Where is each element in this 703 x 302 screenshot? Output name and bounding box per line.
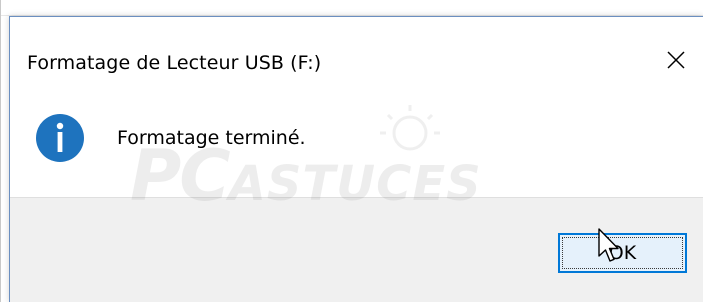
info-icon: [35, 113, 85, 163]
dialog-content: Formatage terminé.: [10, 97, 703, 197]
background-window-edge: [1, 0, 703, 16]
message-dialog: Formatage de Lecteur USB (F:) Formatage …: [9, 16, 703, 302]
dialog-footer: OK: [10, 197, 703, 302]
ok-button-label: OK: [608, 242, 637, 264]
dialog-message: Formatage terminé.: [117, 127, 306, 149]
close-button[interactable]: [656, 42, 696, 82]
ok-button[interactable]: OK: [558, 233, 687, 273]
screen: Formatage de Lecteur USB (F:) Formatage …: [0, 0, 703, 302]
dialog-titlebar: Formatage de Lecteur USB (F:): [10, 17, 703, 97]
close-icon: [666, 50, 686, 74]
dialog-title: Formatage de Lecteur USB (F:): [27, 52, 322, 74]
